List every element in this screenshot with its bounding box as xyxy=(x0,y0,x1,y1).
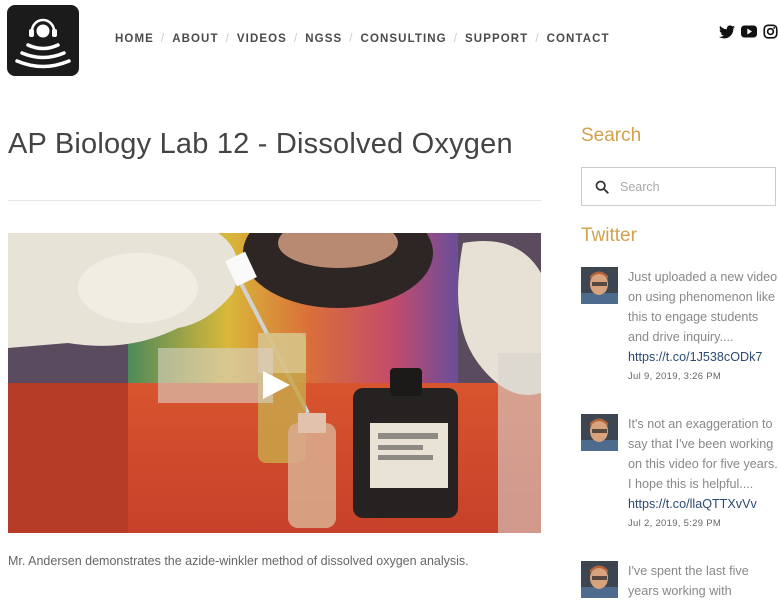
tweet-text: Just uploaded a new video on using pheno… xyxy=(628,270,778,344)
tweet-date[interactable]: Jul 9, 2019, 3:26 PM xyxy=(628,371,778,382)
nav-contact[interactable]: CONTACT xyxy=(547,33,610,45)
video-player[interactable] xyxy=(8,233,541,533)
avatar[interactable] xyxy=(581,561,618,598)
nav-videos[interactable]: VIDEOS xyxy=(237,33,287,45)
nav-separator: / xyxy=(453,33,459,45)
nav-separator: / xyxy=(535,33,540,45)
nav-ngss[interactable]: NGSS xyxy=(305,33,342,45)
nav-separator: / xyxy=(160,33,166,45)
search-icon xyxy=(595,180,609,194)
avatar[interactable] xyxy=(581,267,618,304)
nav-separator: / xyxy=(225,33,230,45)
nav-about[interactable]: ABOUT xyxy=(172,33,218,45)
video-thumbnail xyxy=(8,233,541,533)
avatar[interactable] xyxy=(581,414,618,451)
social-links xyxy=(719,24,778,44)
site-logo[interactable] xyxy=(7,5,79,76)
tweet-link[interactable]: https://t.co/llaQTTXvVv xyxy=(628,494,778,514)
tweet-date[interactable]: Jul 2, 2019, 5:29 PM xyxy=(628,518,778,529)
twitter-icon[interactable] xyxy=(719,24,735,44)
nav-support[interactable]: SUPPORT xyxy=(465,33,528,45)
title-divider xyxy=(8,200,541,201)
nav-consulting[interactable]: CONSULTING xyxy=(361,33,447,45)
headphones-logo-icon xyxy=(15,18,71,69)
nav-separator: / xyxy=(349,33,354,45)
video-caption: Mr. Andersen demonstrates the azide-wink… xyxy=(8,554,469,568)
search-field[interactable] xyxy=(581,167,776,206)
tweet-link[interactable]: https://t.co/1J538cODk7 xyxy=(628,347,778,367)
youtube-icon[interactable] xyxy=(741,25,757,43)
search-input[interactable] xyxy=(618,178,772,195)
main-nav: HOME / ABOUT / VIDEOS / NGSS / CONSULTIN… xyxy=(115,33,610,45)
twitter-heading: Twitter xyxy=(581,225,637,246)
instagram-icon[interactable] xyxy=(763,24,778,44)
page-title: AP Biology Lab 12 - Dissolved Oxygen xyxy=(8,128,513,160)
nav-separator: / xyxy=(293,33,299,45)
tweet-text: I've spent the last five years working w… xyxy=(628,564,749,598)
tweet-text: It's not an exaggeration to say that I'v… xyxy=(628,417,778,491)
nav-home[interactable]: HOME xyxy=(115,33,154,45)
search-heading: Search xyxy=(581,125,642,146)
